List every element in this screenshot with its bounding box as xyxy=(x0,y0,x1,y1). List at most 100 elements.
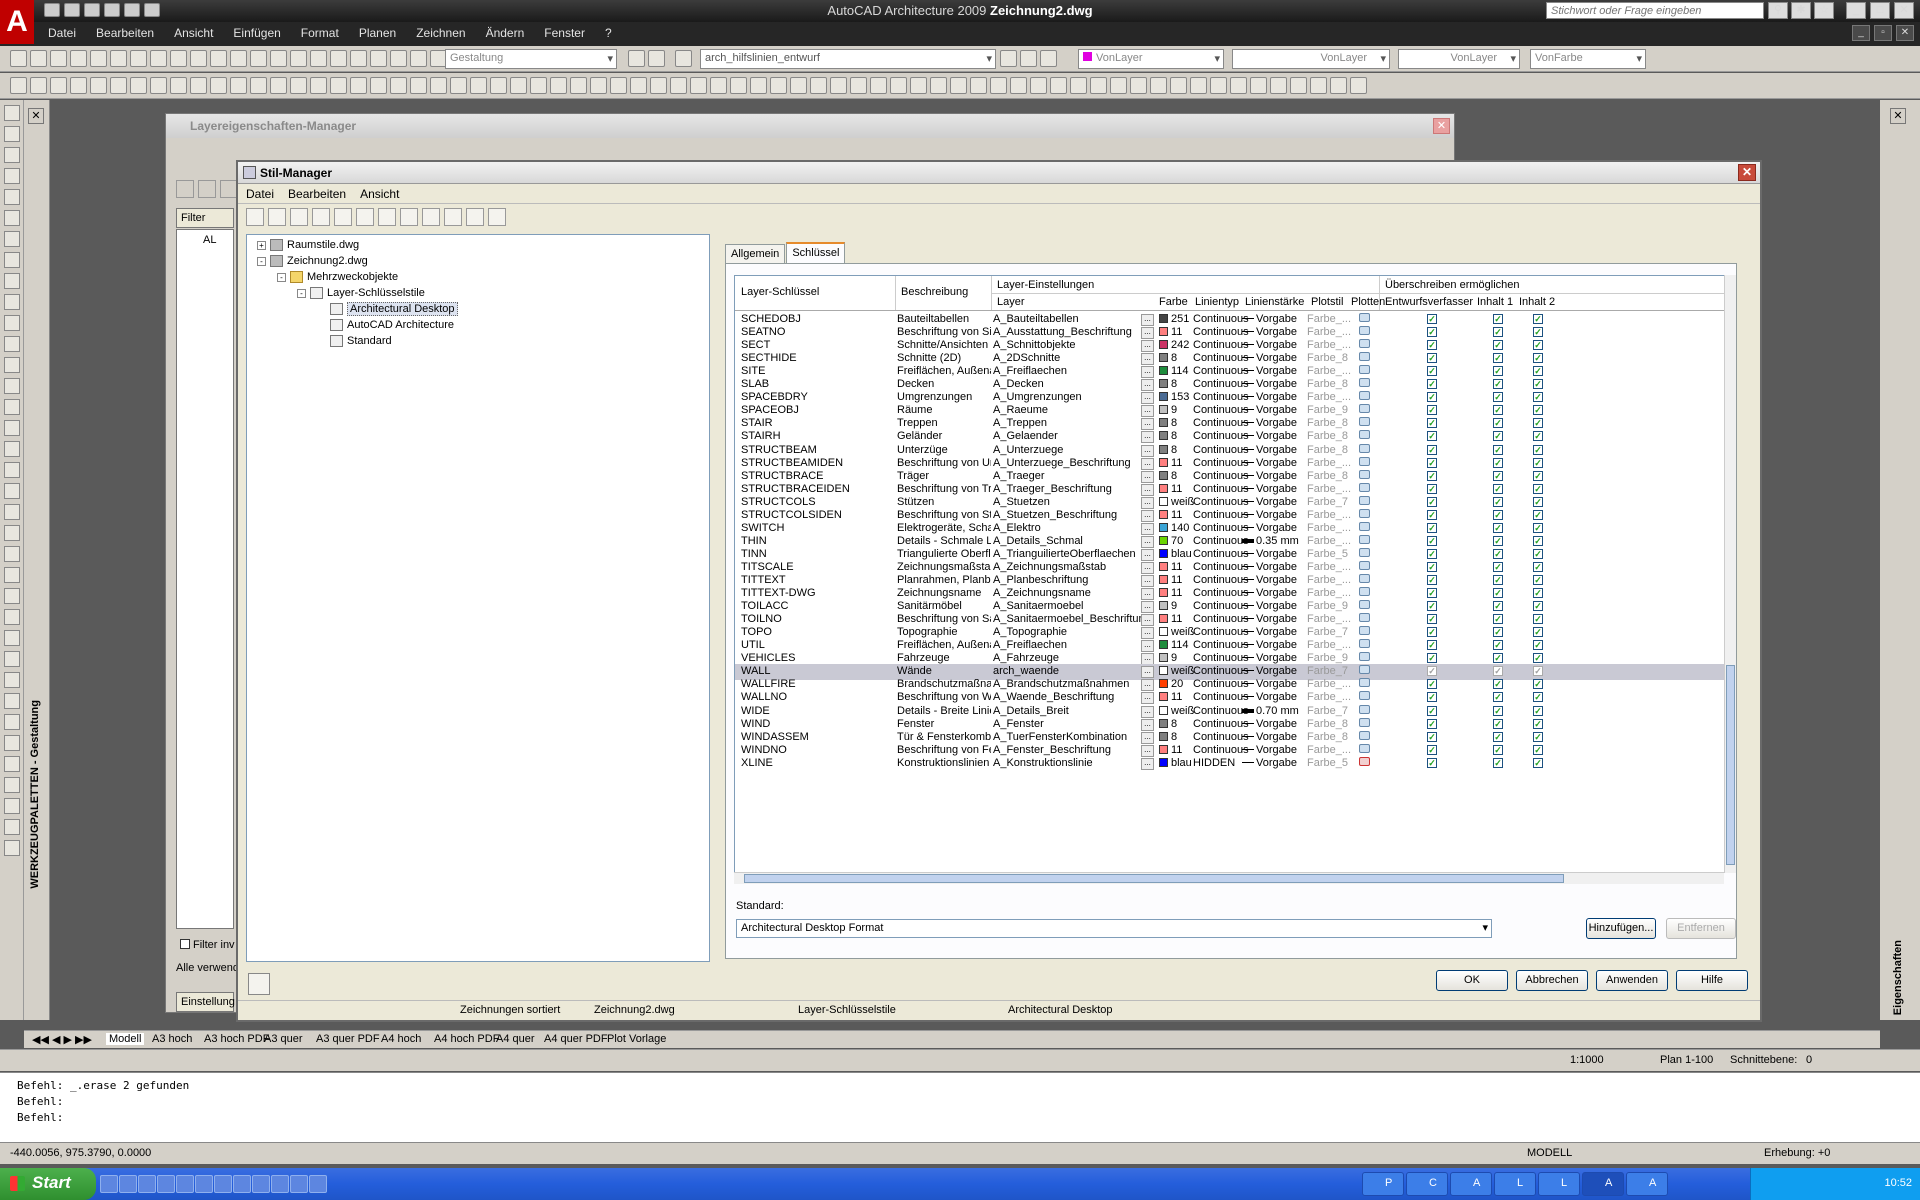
menu-item[interactable]: Bearbeiten xyxy=(86,26,164,40)
toolbar-tool-icon[interactable] xyxy=(50,50,67,67)
draw-tool-icon[interactable] xyxy=(3,630,20,646)
printer-icon[interactable] xyxy=(1359,704,1370,714)
make-current-layer-icon[interactable] xyxy=(1000,50,1017,67)
toolbar-tool-icon[interactable] xyxy=(130,50,147,67)
toolbar-tool-icon[interactable] xyxy=(1070,77,1087,94)
draw-tool-icon[interactable] xyxy=(3,189,20,205)
taskbar-task[interactable]: A xyxy=(1450,1172,1492,1196)
tree-node[interactable]: - Mehrzweckobjekte xyxy=(277,269,398,285)
toolbar-tool-icon[interactable] xyxy=(890,77,907,94)
doc-minimize-button[interactable]: _ xyxy=(1852,25,1870,41)
remove-button[interactable]: Entfernen xyxy=(1666,918,1736,939)
new-drawing-icon[interactable] xyxy=(246,208,264,226)
layer-key-table[interactable]: Layer-Schlüssel Beschreibung Layer-Einst… xyxy=(734,275,1734,873)
tree-node[interactable]: Standard xyxy=(317,333,392,349)
toolbar-tool-icon[interactable] xyxy=(110,50,127,67)
model-space-toggle[interactable]: MODELL xyxy=(1527,1147,1572,1159)
tab-layout[interactable]: A4 quer PDF xyxy=(544,1033,608,1045)
filter-style-type-icon[interactable] xyxy=(444,208,462,226)
toolbar-tool-icon[interactable] xyxy=(590,77,607,94)
draw-tool-icon[interactable] xyxy=(3,357,20,373)
col-plotstyle-header[interactable]: Plotstil xyxy=(1311,296,1343,308)
toolbar-tool-icon[interactable] xyxy=(250,77,267,94)
draw-tool-icon[interactable] xyxy=(3,462,20,478)
toolbar-tool-icon[interactable] xyxy=(70,77,87,94)
printer-icon[interactable] xyxy=(1359,443,1370,453)
printer-icon[interactable] xyxy=(1359,378,1370,388)
printer-icon[interactable] xyxy=(1359,717,1370,727)
quicklaunch-icon[interactable] xyxy=(290,1175,308,1193)
quicklaunch-icon[interactable] xyxy=(176,1175,194,1193)
toolbar-tool-icon[interactable] xyxy=(190,77,207,94)
tab-keys[interactable]: Schlüssel xyxy=(786,242,846,264)
toolbar-tool-icon[interactable] xyxy=(1350,77,1367,94)
toolbar-tool-icon[interactable] xyxy=(230,77,247,94)
toolbar-tool-icon[interactable] xyxy=(470,77,487,94)
tab-layout[interactable]: A4 hoch PDF xyxy=(434,1033,499,1045)
quicklaunch-icon[interactable] xyxy=(195,1175,213,1193)
toolbar-tool-icon[interactable] xyxy=(1330,77,1347,94)
toolbar-tool-icon[interactable] xyxy=(290,50,307,67)
communication-center-icon[interactable]: ✱ xyxy=(1791,2,1811,19)
toolbar-tool-icon[interactable] xyxy=(1190,77,1207,94)
toolbar-tool-icon[interactable] xyxy=(850,77,867,94)
col-lineweight-header[interactable]: Linienstärke xyxy=(1245,296,1304,308)
tab-layout[interactable]: A3 quer xyxy=(264,1033,303,1045)
invert-filter-checkbox[interactable]: Filter inv xyxy=(180,939,235,951)
toolbar-tool-icon[interactable] xyxy=(910,77,927,94)
toolbar-tool-icon[interactable] xyxy=(310,77,327,94)
toolbar-tool-icon[interactable] xyxy=(830,77,847,94)
col-layer-header[interactable]: Layer xyxy=(997,296,1025,308)
copy-icon[interactable] xyxy=(290,208,308,226)
tree-node[interactable]: AutoCAD Architecture xyxy=(317,317,454,333)
toggle-view-icon[interactable] xyxy=(422,208,440,226)
toolbar-tool-icon[interactable] xyxy=(550,77,567,94)
layer-properties-icon[interactable] xyxy=(675,50,692,67)
color-select[interactable]: VonLayer xyxy=(1078,49,1224,69)
favorites-icon[interactable]: ☆ xyxy=(1814,2,1834,19)
toolbar-tool-icon[interactable] xyxy=(210,50,227,67)
toolbar-tool-icon[interactable] xyxy=(450,77,467,94)
description-cell[interactable]: Konstruktionslinien xyxy=(897,757,991,771)
start-button[interactable]: Start xyxy=(0,1168,96,1200)
toolbar-tool-icon[interactable] xyxy=(790,77,807,94)
table-row[interactable]: XLINE Konstruktionslinien A_Konstruktionsl… xyxy=(735,756,1725,772)
draw-tool-icon[interactable] xyxy=(3,588,20,604)
toolbar-tool-icon[interactable] xyxy=(490,77,507,94)
draw-tool-icon[interactable] xyxy=(3,735,20,751)
toolbar-tool-icon[interactable] xyxy=(730,77,747,94)
toolbar-tool-icon[interactable] xyxy=(630,77,647,94)
doc-close-button[interactable]: ✕ xyxy=(1896,25,1914,41)
quicklaunch-icon[interactable] xyxy=(157,1175,175,1193)
toolbar-tool-icon[interactable] xyxy=(170,50,187,67)
application-menu-logo[interactable]: A xyxy=(0,0,34,44)
toolbar-tool-icon[interactable] xyxy=(770,77,787,94)
author-override-checkbox[interactable]: ✓ xyxy=(1427,757,1441,771)
workspace-settings-icon[interactable] xyxy=(628,50,645,67)
toolbar-tool-icon[interactable] xyxy=(270,77,287,94)
toolbar-tool-icon[interactable] xyxy=(810,77,827,94)
taskbar-task[interactable]: A xyxy=(1582,1172,1624,1196)
printer-icon[interactable] xyxy=(1359,730,1370,740)
expand-icon[interactable]: + xyxy=(257,240,266,250)
toolbar-tool-icon[interactable] xyxy=(30,50,47,67)
printer-icon[interactable] xyxy=(1359,521,1370,531)
printer-icon[interactable] xyxy=(1359,600,1370,610)
printer-icon[interactable] xyxy=(1359,482,1370,492)
toolbar-tool-icon[interactable] xyxy=(370,77,387,94)
menu-item[interactable]: Ändern xyxy=(476,26,535,40)
tab-layout[interactable]: A4 quer xyxy=(496,1033,535,1045)
printer-icon[interactable] xyxy=(1359,691,1370,701)
printer-icon[interactable] xyxy=(1359,352,1370,362)
printer-icon[interactable] xyxy=(1359,456,1370,466)
draw-tool-icon[interactable] xyxy=(3,798,20,814)
command-prompt[interactable]: Befehl: xyxy=(17,1111,63,1124)
layer-states-icon[interactable] xyxy=(1040,50,1057,67)
toolbar-tool-icon[interactable] xyxy=(150,77,167,94)
toolbar-tool-icon[interactable] xyxy=(510,77,527,94)
printer-icon[interactable] xyxy=(1359,574,1370,583)
content2-checkbox[interactable]: ✓ xyxy=(1533,757,1547,771)
toolbar-tool-icon[interactable] xyxy=(390,50,407,67)
layer-cell[interactable]: A_Konstruktionslinie xyxy=(993,757,1141,771)
toolbar-tool-icon[interactable] xyxy=(410,50,427,67)
